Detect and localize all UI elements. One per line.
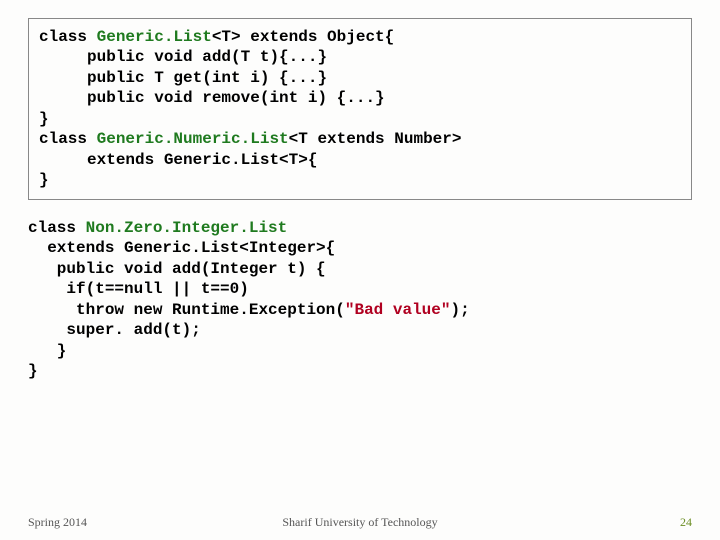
kw-class: class xyxy=(39,28,97,46)
footer-university: Sharif University of Technology xyxy=(0,515,720,530)
code-block-boxed: class Generic.List<T> extends Object{ pu… xyxy=(28,18,692,200)
code-text: } xyxy=(28,362,38,380)
slide-content: class Generic.List<T> extends Object{ pu… xyxy=(28,18,692,382)
kw-class: class xyxy=(28,219,86,237)
code-text: throw new Runtime.Exception( xyxy=(28,301,345,319)
code-text: public T get(int i) {...} xyxy=(39,69,327,87)
code-listing-1: class Generic.List<T> extends Object{ pu… xyxy=(39,27,681,191)
code-text: } xyxy=(39,171,49,189)
code-text: } xyxy=(28,342,66,360)
code-text: if(t==null || t==0) xyxy=(28,280,249,298)
code-block-plain: class Non.Zero.Integer.List extends Gene… xyxy=(28,218,692,382)
type-nonzerointegerlist: Non.Zero.Integer.List xyxy=(86,219,288,237)
string-literal: "Bad value" xyxy=(345,301,451,319)
code-text: <T> extends Object{ xyxy=(212,28,394,46)
kw-class: class xyxy=(39,130,97,148)
type-genericlist: Generic.List xyxy=(97,28,212,46)
code-text: extends Generic.List<Integer>{ xyxy=(28,239,335,257)
code-text: ); xyxy=(450,301,469,319)
footer-page-number: 24 xyxy=(680,515,692,530)
type-genericnumericlist: Generic.Numeric.List xyxy=(97,130,289,148)
code-text: public void add(T t){...} xyxy=(39,48,327,66)
code-text: extends Generic.List<T>{ xyxy=(39,151,317,169)
code-text: <T extends Number> xyxy=(289,130,462,148)
code-listing-2: class Non.Zero.Integer.List extends Gene… xyxy=(28,218,692,382)
code-text: public void remove(int i) {...} xyxy=(39,89,385,107)
code-text: } xyxy=(39,110,49,128)
code-text: super. add(t); xyxy=(28,321,201,339)
code-text: public void add(Integer t) { xyxy=(28,260,326,278)
